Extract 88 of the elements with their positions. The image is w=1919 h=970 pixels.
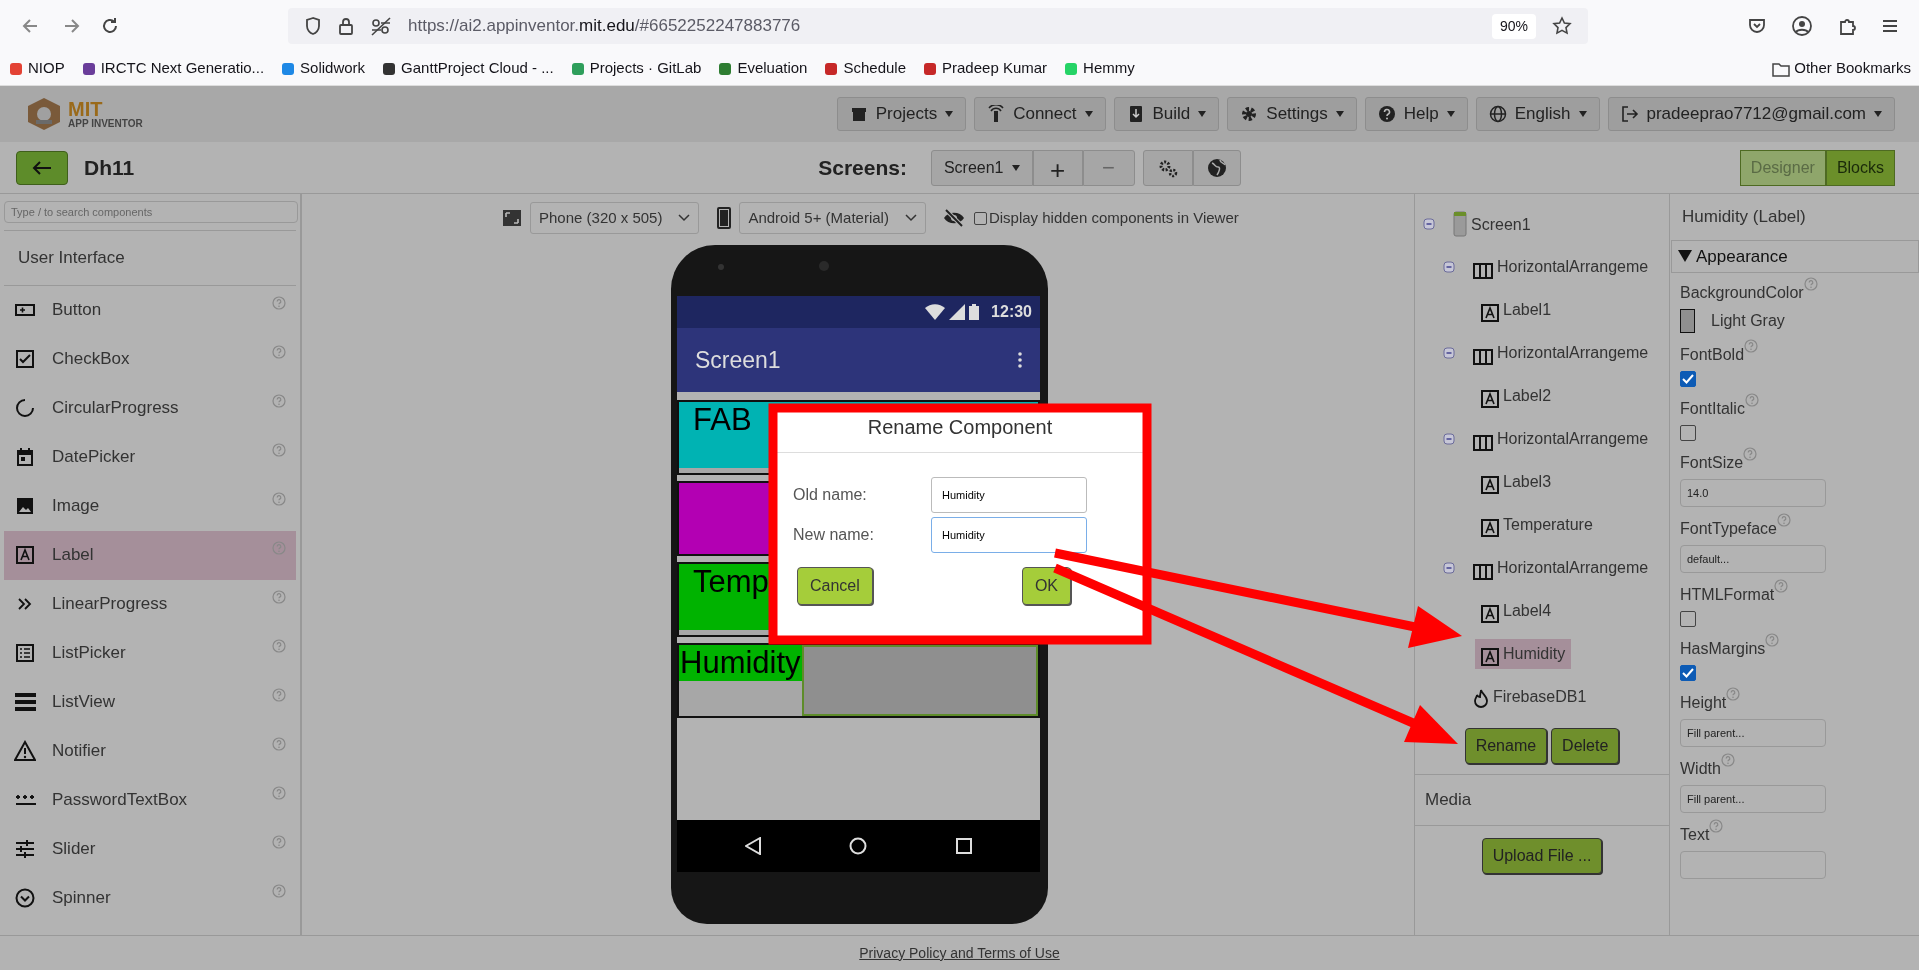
theme-dropdown[interactable]: Android 5+ (Material)	[739, 202, 926, 234]
bookmark-link[interactable]: Eveluation	[737, 57, 808, 80]
property-label: FontBold	[1680, 345, 1745, 365]
input-field[interactable]: 14.0	[1680, 479, 1826, 507]
bookmark-link[interactable]: Other Bookmarks	[1794, 57, 1911, 80]
property-label: HTMLFormat	[1680, 585, 1775, 605]
privacy-link[interactable]: Privacy Policy and Terms of Use	[859, 942, 1060, 964]
app-title: Screen1	[695, 345, 781, 375]
palette-item[interactable]: Spinner	[4, 873, 296, 923]
property-label: HasMargins	[1680, 639, 1766, 659]
add-screen-button[interactable]: +	[1032, 149, 1083, 186]
tree-item[interactable]: Label3	[1475, 466, 1558, 497]
url-text[interactable]: https://ai2.appinventor.mit.edu/#6652252247883776	[408, 13, 801, 39]
properties-title: Humidity (Label)	[1681, 206, 1807, 228]
address-bar[interactable]: https://ai2.appinventor.mit.edu/#6652252247883776 90%	[288, 8, 1588, 44]
property-label: FontSize	[1680, 453, 1744, 473]
tree-item[interactable]: Humidity	[1475, 638, 1572, 669]
logo-subtitle: APP INVENTOR	[68, 119, 143, 129]
tree-item[interactable]: HorizontalArrangeme	[1467, 552, 1655, 583]
status-time: 12:30	[991, 302, 1032, 322]
palette-item[interactable]: ListView	[4, 677, 296, 727]
palette-item[interactable]: DatePicker	[4, 432, 296, 482]
bookmark-link[interactable]: Pradeep Kumar	[942, 57, 1048, 80]
property-label: FontTypeface	[1680, 519, 1777, 539]
label-text: Humidity	[679, 645, 802, 681]
palette-item[interactable]: Notifier	[4, 726, 296, 776]
component-button[interactable]: Rename	[1464, 728, 1548, 764]
palette-item[interactable]: PasswordTextBox	[4, 775, 296, 825]
input-field[interactable]: Humidity	[931, 517, 1087, 553]
input-field[interactable]: Fill parent...	[1680, 785, 1826, 813]
bookmark-link[interactable]: Hemmy	[1083, 57, 1135, 80]
palette-item[interactable]: Label	[4, 530, 296, 580]
menu-button[interactable]: Build	[1113, 96, 1220, 132]
section-header[interactable]: Appearance	[1671, 239, 1919, 273]
screen-dropdown[interactable]: Screen1	[930, 149, 1033, 186]
media-header: Media	[1415, 775, 1669, 826]
component-button[interactable]: Delete	[1551, 728, 1620, 764]
category-header[interactable]: User Interface	[4, 230, 296, 286]
palette-item[interactable]: CheckBox	[4, 334, 296, 384]
view-tab[interactable]: Blocks	[1825, 149, 1895, 186]
upload-button[interactable]: Upload File ...	[1481, 837, 1603, 874]
palette-item[interactable]: CircularProgress	[4, 383, 296, 433]
menu-button[interactable]: English	[1475, 96, 1600, 132]
checkbox-label[interactable]: Display hidden components in Viewer	[988, 206, 1239, 230]
menu-button[interactable]: Connect	[974, 96, 1106, 132]
field-label: New name:	[793, 525, 875, 545]
bookmark-link[interactable]: Projects · GitLab	[589, 57, 702, 80]
palette-item[interactable]: LinearProgress	[4, 579, 296, 629]
tree-item[interactable]: Screen1	[1447, 207, 1537, 240]
menu-button[interactable]: Projects	[836, 96, 967, 132]
screens-label: Screens:	[818, 154, 907, 181]
property-label: BackgroundColor	[1680, 283, 1804, 303]
palette-item[interactable]: Image	[4, 481, 296, 531]
tree-item[interactable]: FirebaseDB1	[1467, 681, 1593, 712]
palette-item[interactable]: Button	[4, 285, 296, 335]
tree-item[interactable]: Label2	[1475, 380, 1558, 411]
device-size-dropdown[interactable]: Phone (320 x 505)	[530, 202, 700, 234]
palette-item[interactable]: Slider	[4, 824, 296, 874]
bookmark-link[interactable]: Solidwork	[300, 57, 366, 80]
menu-button[interactable]: pradeeprao7712@gmail.com	[1607, 96, 1895, 132]
property-label: Width	[1680, 759, 1721, 779]
color-value[interactable]: Light Gray	[1711, 309, 1785, 333]
input-field[interactable]: Humidity	[931, 477, 1087, 513]
bookmark-link[interactable]: IRCTC Next Generatio...	[100, 57, 265, 80]
logo-title: MIT	[68, 99, 103, 119]
field-label: Old name:	[793, 485, 868, 505]
palette-item[interactable]: ListPicker	[4, 628, 296, 678]
input-field[interactable]: default...	[1680, 545, 1826, 573]
property-label: Text	[1680, 825, 1710, 845]
tree-item[interactable]: HorizontalArrangeme	[1467, 423, 1655, 454]
dialog-button[interactable]: Cancel	[797, 567, 873, 605]
tree-item[interactable]: HorizontalArrangeme	[1467, 337, 1655, 368]
bookmark-link[interactable]: NIOP	[28, 57, 65, 80]
bookmark-link[interactable]: GanttProject Cloud - ...	[401, 57, 554, 80]
tree-item[interactable]: HorizontalArrangeme	[1467, 251, 1655, 282]
property-label: Height	[1680, 693, 1727, 713]
zoom-level[interactable]: 90%	[1491, 13, 1536, 39]
dialog-button[interactable]: OK	[1021, 567, 1071, 605]
project-name: Dh11	[84, 154, 135, 181]
search-field[interactable]: Type / to search components	[4, 201, 298, 223]
tree-item[interactable]: Label1	[1475, 294, 1558, 325]
menu-button[interactable]: Help	[1364, 96, 1468, 132]
tree-item[interactable]: Temperature	[1475, 509, 1599, 540]
bookmark-link[interactable]: Schedule	[843, 57, 907, 80]
menu-button[interactable]: Settings	[1227, 96, 1357, 132]
property-label: FontItalic	[1680, 399, 1745, 419]
tree-item[interactable]: Label4	[1475, 595, 1558, 626]
input-field[interactable]: Fill parent...	[1680, 719, 1826, 747]
